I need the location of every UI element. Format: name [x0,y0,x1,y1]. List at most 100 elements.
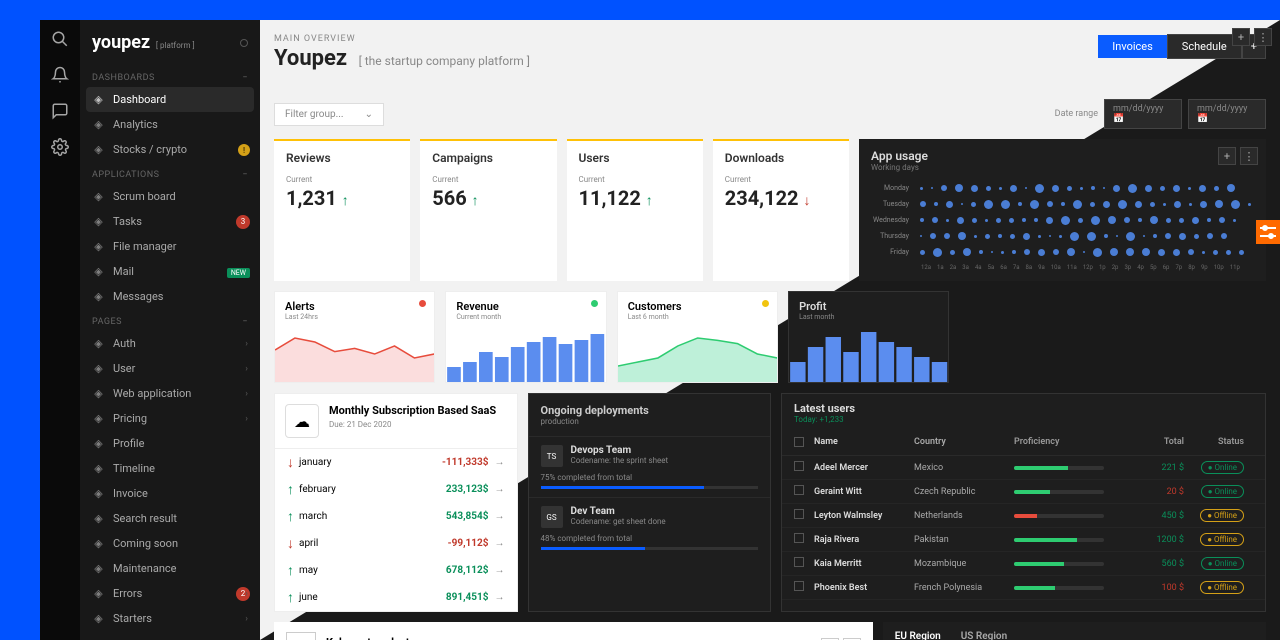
row-checkbox[interactable] [794,581,804,591]
saas-panel: ☁ Monthly Subscription Based SaaS Due: 2… [274,393,518,612]
sidebar-item-file-manager[interactable]: ◈File manager [80,234,260,259]
settings-icon[interactable] [51,138,69,156]
row-checkbox[interactable] [794,461,804,471]
col-proficiency: Proficiency [1014,437,1134,450]
col-total: Total [1134,437,1184,450]
bell-icon[interactable] [51,66,69,84]
users-today-count: Today: +1,233 [794,415,855,424]
status-dot-icon [419,300,426,307]
sidebar-item-dashboard[interactable]: ◈Dashboard [86,87,254,112]
month-row[interactable]: ↑may678,112$→ [275,557,517,584]
date-from-input[interactable]: mm/dd/yyyy 📅 [1104,99,1182,129]
date-to-input[interactable]: mm/dd/yyyy 📅 [1188,99,1266,129]
arrow-right-icon: → [495,484,505,495]
sidebar-item-scrum-board[interactable]: ◈Scrum board [80,184,260,209]
arrow-right-icon: → [495,511,505,522]
theme-settings-button[interactable] [1256,220,1280,244]
filter-group-select[interactable]: Filter group...⌄ [274,103,384,126]
arrow-right-icon: → [495,457,505,468]
sidebar-item-profile[interactable]: ◈Profile [80,431,260,456]
usage-more-button[interactable]: ⋮ [1240,147,1258,165]
trend-up-icon: ↑ [342,193,349,209]
app-usage-card: App usageWorking days +⋮ MondayTuesdayWe… [859,139,1266,281]
check-icon: ◈ [92,215,105,228]
month-row[interactable]: ↑march543,854$→ [275,503,517,530]
tab-invoices[interactable]: Invoices [1098,35,1167,58]
sidebar-item-maintenance[interactable]: ◈Maintenance [80,556,260,581]
chart-card-customers: CustomersLast 6 month [617,291,778,383]
folder-icon: ◈ [92,240,105,253]
select-all-checkbox[interactable] [794,437,804,447]
chat-icon[interactable] [51,102,69,120]
user-row[interactable]: Geraint WittCzech Republic 20 $ ● Online [782,480,1265,504]
users-more-button[interactable]: ⋮ [1254,28,1272,46]
saas-due-date: Due: 21 Dec 2020 [329,420,496,429]
grid-icon: ◈ [92,612,105,625]
sidebar-item-errors[interactable]: ◈Errors2› [80,581,260,606]
usage-add-button[interactable]: + [1218,147,1236,165]
row-checkbox[interactable] [794,533,804,543]
sidebar-item-analytics[interactable]: ◈Analytics [80,112,260,137]
trend-up-icon: ↑ [472,193,479,209]
date-range-label: Date range [1055,109,1098,119]
sidebar-item-web-application[interactable]: ◈Web application› [80,381,260,406]
region-tab-us[interactable]: US Region [961,628,1007,640]
sidebar-item-user[interactable]: ◈User› [80,356,260,381]
k8s-badge: K8S [286,632,316,640]
sidebar-item-pricing[interactable]: ◈Pricing› [80,406,260,431]
send-icon: ◈ [92,290,105,303]
month-row[interactable]: ↓april-99,112$→ [275,530,517,557]
col-status: Status [1184,437,1244,450]
saas-title: Monthly Subscription Based SaaS [329,404,496,417]
region-tab-eu[interactable]: EU Region [895,628,941,640]
chart-card-alerts: AlertsLast 24hrs [274,291,435,383]
sidebar-item-tasks[interactable]: ◈Tasks3 [80,209,260,234]
deployments-panel: Ongoing deployments production TSDevops … [528,393,772,612]
doc-icon: ◈ [92,487,105,500]
month-row[interactable]: ↑june891,451$→ [275,584,517,611]
sidebar-item-mail[interactable]: ◈MailNEW [80,259,260,284]
month-row[interactable]: ↑february233,123$→ [275,476,517,503]
sidebar-item-starters[interactable]: ◈Starters› [80,606,260,631]
alert-icon: ◈ [92,587,105,600]
user-row[interactable]: Phoenix BestFrench Polynesia 100 $ ● Off… [782,576,1265,600]
trend-up-icon: ↑ [646,193,653,209]
row-checkbox[interactable] [794,557,804,567]
stat-card-reviews: ReviewsCurrent1,231 ↑ [274,139,410,281]
sidebar-item-auth[interactable]: ◈Auth› [80,331,260,356]
mail-icon: ◈ [92,265,105,278]
row-checkbox[interactable] [794,485,804,495]
users-add-button[interactable]: + [1232,28,1250,46]
sidebar-item-coming-soon[interactable]: ◈Coming soon [80,531,260,556]
sidebar-item-messages[interactable]: ◈Messages [80,284,260,309]
col-name: Name [814,437,914,450]
month-row[interactable]: ↓january-111,333$→ [275,449,517,476]
logo: youpez [ platform ] [80,30,260,65]
overview-label: MAIN OVERVIEW [274,34,530,44]
deployments-subtitle: production [541,417,759,426]
users-title: Latest users [794,402,855,415]
user-row[interactable]: Kaia MerrittMozambique 560 $ ● Online [782,552,1265,576]
sidebar-item-stocks-crypto[interactable]: ◈Stocks / crypto! [80,137,260,162]
cloud-icon: ☁ [285,404,319,438]
main-content: MAIN OVERVIEW Youpez [ the startup compa… [260,20,1280,640]
region-panel: EU Region US Region VIEWS TODAY WEEK [883,622,1266,640]
sidebar-section-header: DASHBOARDS− [80,65,260,87]
sidebar-item-invoice[interactable]: ◈Invoice [80,481,260,506]
deployment-team: TSDevops TeamCodename: the sprint sheet … [529,436,771,497]
smile-icon: ◈ [92,437,105,450]
tab-schedule[interactable]: Schedule [1167,34,1242,59]
logo-text: youpez [92,32,150,53]
sidebar-section-header: PAGES− [80,309,260,331]
search-icon[interactable] [51,30,69,48]
globe-icon: ◈ [92,387,105,400]
sidebar-item-timeline[interactable]: ◈Timeline [80,456,260,481]
user-row[interactable]: Leyton WalmsleyNetherlands 450 $ ● Offli… [782,504,1265,528]
row-checkbox[interactable] [794,509,804,519]
user-row[interactable]: Adeel MercerMexico 221 $ ● Online [782,456,1265,480]
sidebar-item-search-result[interactable]: ◈Search result [80,506,260,531]
chart-card-profit: ProfitLast month [788,291,949,383]
user-row[interactable]: Raja RiveraPakistan 1200 $ ● Offline [782,528,1265,552]
logo-subtitle: [ platform ] [156,41,195,50]
deployments-title: Ongoing deployments [541,404,759,417]
